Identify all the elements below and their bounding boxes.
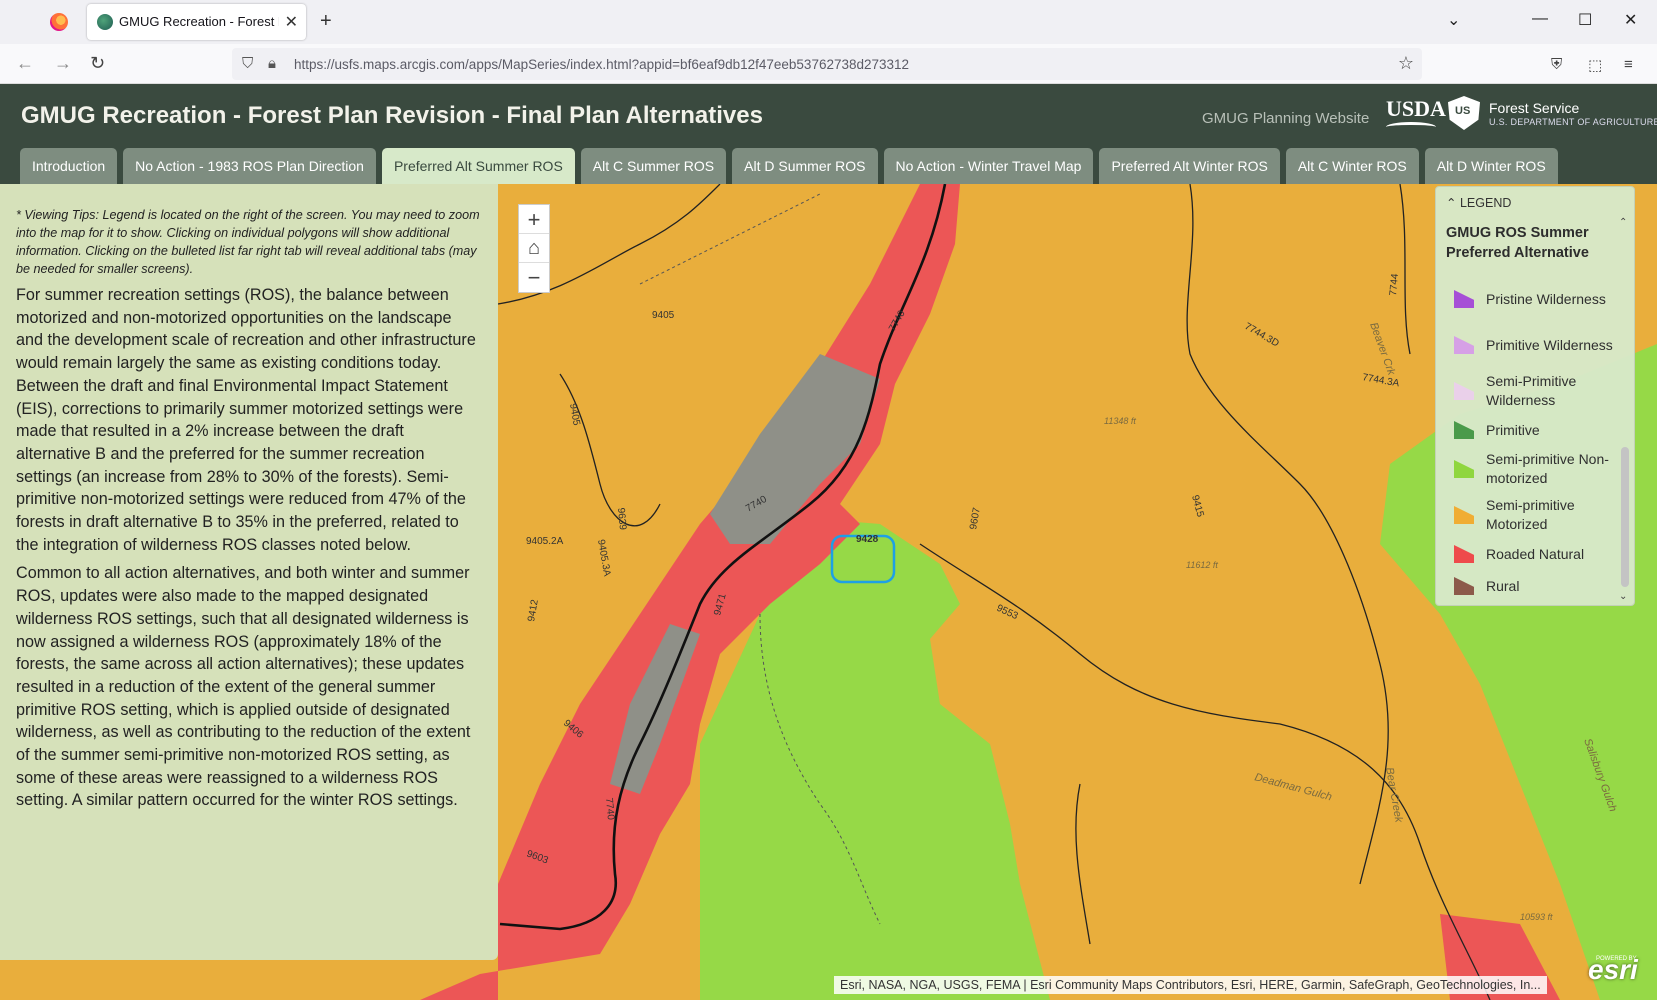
elevation-label: 11612 ft	[1186, 560, 1218, 570]
tab-alt-d-winter-ros[interactable]: Alt D Winter ROS	[1424, 148, 1558, 184]
esri-logo[interactable]: esri	[1588, 954, 1638, 986]
extensions-icon[interactable]: ⬚	[1588, 56, 1602, 74]
back-icon[interactable]: ←	[16, 53, 34, 74]
legend-swatch	[1454, 460, 1474, 478]
browser-tab[interactable]: GMUG Recreation - Forest Plan ✕	[87, 4, 306, 40]
legend-header-label: LEGEND	[1459, 196, 1512, 210]
legend-header[interactable]: ⌃ LEGEND	[1446, 195, 1511, 210]
map-series-tabs: Introduction No Action - 1983 ROS Plan D…	[20, 148, 1558, 184]
tab-introduction[interactable]: Introduction	[20, 148, 118, 184]
legend-swatch	[1454, 382, 1474, 400]
forward-icon[interactable]: →	[54, 53, 72, 74]
legend-items: Pristine Wilderness Primitive Wilderness…	[1454, 279, 1614, 605]
legend-item-primitive: Primitive	[1454, 417, 1614, 443]
app-header: GMUG Recreation - Forest Plan Revision -…	[0, 84, 1657, 184]
zoom-in-button[interactable]: +	[519, 205, 549, 234]
tab-list-chevron-icon[interactable]: ⌄	[1447, 10, 1460, 30]
globe-favicon-icon	[97, 14, 113, 30]
close-tab-icon[interactable]: ✕	[285, 12, 298, 32]
pocket-icon[interactable]: ⛨	[1551, 56, 1562, 73]
legend-item-roaded-natural: Roaded Natural	[1454, 541, 1614, 567]
bookmark-star-icon[interactable]: ☆	[1398, 53, 1414, 74]
viewing-tips: * Viewing Tips: Legend is located on the…	[16, 208, 480, 276]
tab-alt-c-summer-ros[interactable]: Alt C Summer ROS	[580, 148, 727, 184]
tab-preferred-alt-summer-ros[interactable]: Preferred Alt Summer ROS	[381, 148, 575, 184]
close-window-icon[interactable]: ✕	[1624, 10, 1637, 30]
legend-item-rural: Rural	[1454, 573, 1614, 599]
legend-title: GMUG ROS Summer Preferred Alternative	[1446, 225, 1589, 261]
url-bar[interactable]: ⛉ 🔒︎ https://usfs.maps.arcgis.com/apps/M…	[232, 48, 1422, 80]
url-text[interactable]: https://usfs.maps.arcgis.com/apps/MapSer…	[294, 57, 909, 72]
description-paragraph: Common to all action alternatives, and b…	[16, 564, 471, 810]
zoom-out-button[interactable]: −	[519, 263, 549, 292]
road-label: 9405	[652, 310, 675, 321]
lock-icon[interactable]: 🔒︎	[268, 55, 276, 72]
tab-alt-c-winter-ros[interactable]: Alt C Winter ROS	[1285, 148, 1419, 184]
legend-scrollbar[interactable]: ⌃ ⌄	[1619, 217, 1631, 602]
main-content: 9405 9405 9405.2A 9405.3A 9639 7740 7740…	[0, 184, 1657, 1000]
legend-item-semi-primitive-non-motorized: Semi-primitive Non-motorized	[1454, 449, 1614, 489]
elevation-label: 11348 ft	[1104, 416, 1136, 426]
menu-icon[interactable]: ≡	[1624, 56, 1633, 73]
page-title: GMUG Recreation - Forest Plan Revision -…	[21, 102, 763, 129]
tab-title: GMUG Recreation - Forest Plan	[119, 14, 279, 29]
legend-swatch	[1454, 336, 1474, 354]
road-label: 7744	[1388, 273, 1401, 297]
road-label: 9428	[856, 534, 879, 545]
maximize-icon[interactable]: ☐	[1578, 10, 1592, 30]
shield-icon[interactable]: ⛉	[242, 55, 253, 72]
home-button[interactable]: ⌂	[519, 234, 549, 263]
tab-preferred-alt-winter-ros[interactable]: Preferred Alt Winter ROS	[1099, 148, 1280, 184]
forest-service-name: Forest Service	[1489, 100, 1580, 116]
legend-item-pristine-wilderness: Pristine Wilderness	[1454, 279, 1614, 319]
map-attribution[interactable]: Esri, NASA, NGA, USGS, FEMA | Esri Commu…	[834, 976, 1547, 994]
forest-service-department: U.S. DEPARTMENT OF AGRICULTURE	[1489, 117, 1657, 127]
legend-item-primitive-wilderness: Primitive Wilderness	[1454, 325, 1614, 365]
usda-logo[interactable]: USDA	[1386, 96, 1446, 132]
scrollbar-thumb[interactable]	[1621, 447, 1629, 587]
road-label: 9405.2A	[526, 536, 564, 547]
scroll-down-icon[interactable]: ⌄	[1619, 591, 1627, 602]
navigation-bar: ← → ↻ ⛉ 🔒︎ https://usfs.maps.arcgis.com/…	[0, 44, 1657, 84]
legend-swatch	[1454, 290, 1474, 308]
road-label: 9639	[615, 507, 628, 531]
reload-icon[interactable]: ↻	[90, 53, 105, 74]
legend-panel[interactable]: ⌃ LEGEND GMUG ROS Summer Preferred Alter…	[1435, 186, 1635, 606]
new-tab-icon[interactable]: +	[320, 10, 332, 33]
tab-no-action-1983-ros[interactable]: No Action - 1983 ROS Plan Direction	[123, 148, 376, 184]
tab-alt-d-summer-ros[interactable]: Alt D Summer ROS	[732, 148, 878, 184]
chevron-up-icon[interactable]: ⌃	[1446, 196, 1456, 210]
legend-swatch	[1454, 545, 1474, 563]
zoom-control: + ⌂ −	[518, 204, 550, 293]
legend-item-semi-primitive-motorized: Semi-primitive Motorized	[1454, 495, 1614, 535]
tab-no-action-winter-travel-map[interactable]: No Action - Winter Travel Map	[883, 148, 1094, 184]
description-paragraph: For summer recreation settings (ROS), th…	[16, 286, 476, 554]
legend-swatch	[1454, 506, 1474, 524]
browser-tab-strip: GMUG Recreation - Forest Plan ✕ + ⌄ — ☐ …	[0, 0, 1657, 44]
scroll-up-icon[interactable]: ⌃	[1619, 217, 1627, 228]
elevation-label: 10593 ft	[1520, 912, 1553, 922]
legend-swatch	[1454, 421, 1474, 439]
legend-swatch	[1454, 577, 1474, 595]
road-label: 7740	[603, 797, 616, 821]
forest-service-badge-icon[interactable]: US	[1448, 96, 1480, 130]
firefox-icon[interactable]	[50, 13, 68, 31]
minimize-icon[interactable]: —	[1532, 10, 1548, 28]
planning-website-link[interactable]: GMUG Planning Website	[1202, 110, 1369, 127]
description-panel[interactable]: * Viewing Tips: Legend is located on the…	[0, 184, 498, 960]
legend-item-semi-primitive-wilderness: Semi-Primitive Wilderness	[1454, 371, 1614, 411]
